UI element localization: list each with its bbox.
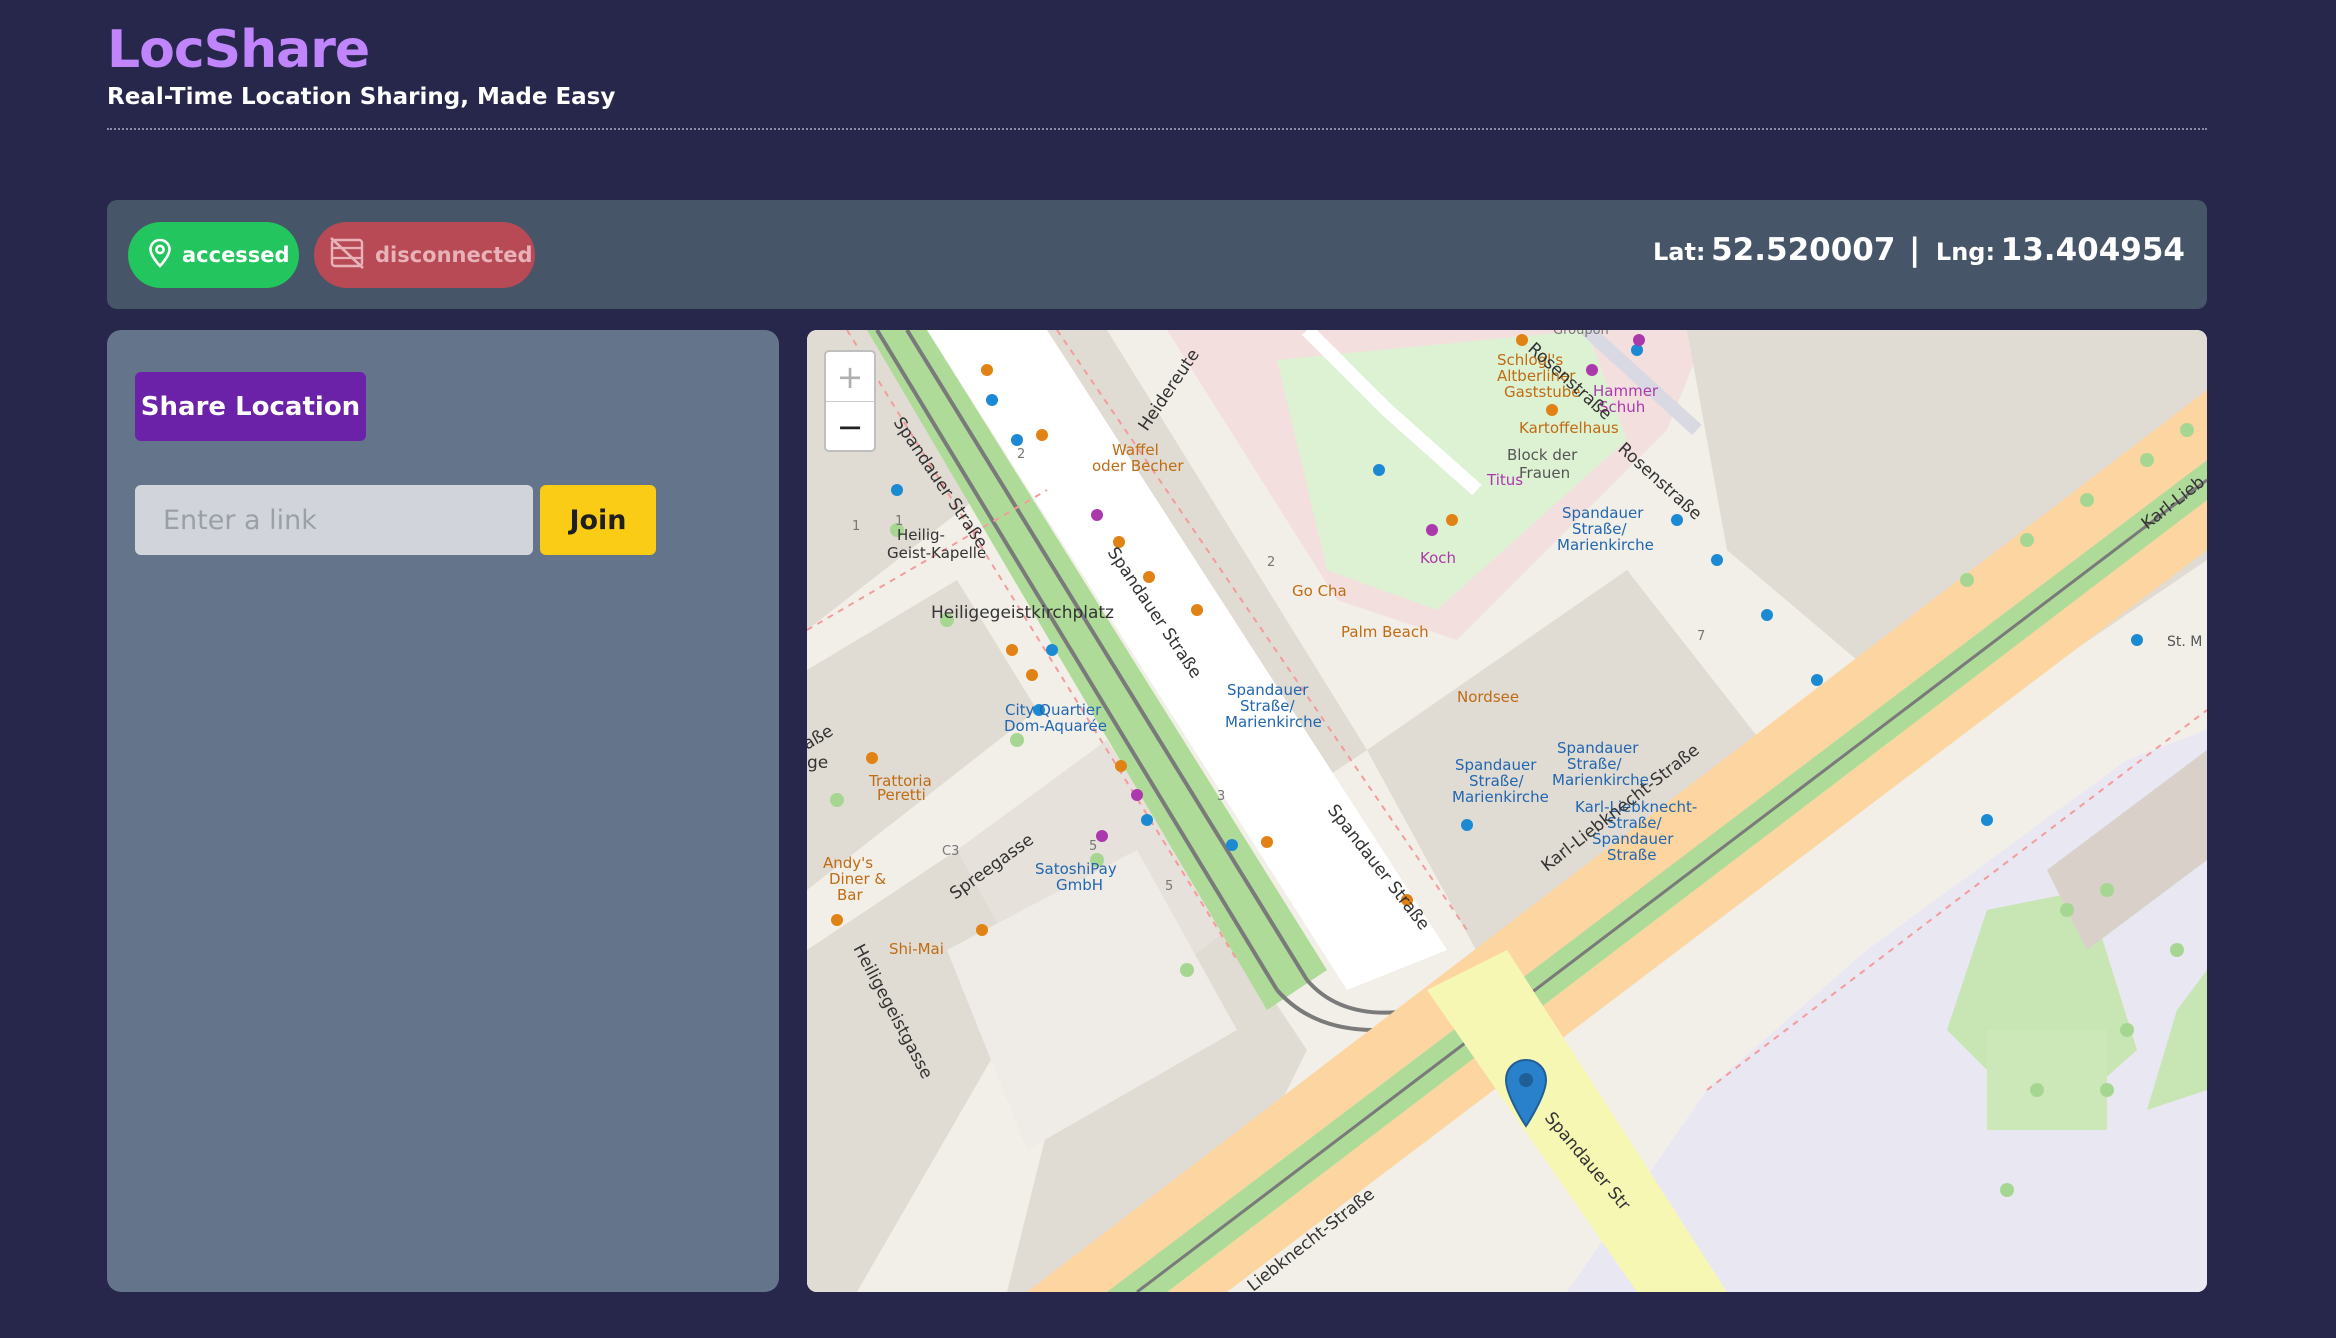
coords-separator: | <box>1909 232 1921 268</box>
map-square-label: Heiligegeistkirchplatz <box>931 603 1114 623</box>
street-label: ge <box>807 753 828 773</box>
house-number: 1 <box>852 519 860 534</box>
map-place-label: C3 <box>942 844 959 859</box>
link-off-icon <box>329 236 375 275</box>
map-stop-label: Marienkirche <box>1225 713 1322 731</box>
status-bar: accessed disconnected Lat: 52.520007 | L… <box>107 200 2207 309</box>
header: LocShare Real-Time Location Sharing, Mad… <box>107 18 2207 110</box>
house-number: 3 <box>1217 789 1225 804</box>
map-stop-label: Straße <box>1607 846 1656 864</box>
map-place-label: Koch <box>1420 549 1456 567</box>
house-number: 5 <box>1089 839 1097 854</box>
house-number: 5 <box>1165 879 1173 894</box>
map-place-label: Bar <box>837 886 863 904</box>
map-pin-icon <box>148 238 182 273</box>
map-place-label: Nordsee <box>1457 688 1519 706</box>
map-place-label: Block der <box>1507 446 1578 464</box>
map-view[interactable]: Heilig- Geist-Kapelle Heiligegeistkirchp… <box>807 330 2207 1292</box>
map-place-label: Shi-Mai <box>889 940 944 958</box>
join-button[interactable]: Join <box>540 485 656 555</box>
lng-value: 13.404954 <box>2000 232 2185 268</box>
map-place-label: Frauen <box>1519 464 1570 482</box>
zoom-control: + − <box>824 350 876 452</box>
map-place-label: Go Cha <box>1292 582 1347 600</box>
zoom-out-button[interactable]: − <box>826 402 874 451</box>
location-status-badge: accessed <box>128 222 299 288</box>
map-place-label: Dom-Aquarée <box>1004 717 1107 735</box>
street-label: Groupon <box>1553 330 1609 338</box>
app-subtitle: Real-Time Location Sharing, Made Easy <box>107 84 616 110</box>
house-number: 7 <box>1697 629 1705 644</box>
header-divider <box>107 128 2207 130</box>
map-place-label: Palm Beach <box>1341 623 1429 641</box>
connection-status-badge: disconnected <box>314 222 535 288</box>
control-panel: Share Location Join <box>107 330 779 1292</box>
house-number: 1 <box>895 514 903 529</box>
map-stop-label: Marienkirche <box>1557 536 1654 554</box>
lat-label: Lat: <box>1652 238 1706 266</box>
zoom-in-button[interactable]: + <box>826 352 874 402</box>
connection-status-label: disconnected <box>375 243 533 267</box>
map-place-label: St. M <box>2167 634 2202 650</box>
app-title: LocShare <box>107 20 370 80</box>
map-tiles[interactable]: Heilig- Geist-Kapelle Heiligegeistkirchp… <box>807 330 2207 1292</box>
house-number: 2 <box>1017 447 1025 462</box>
link-input[interactable] <box>135 485 533 555</box>
map-place-label: GmbH <box>1056 876 1103 894</box>
map-stop-label: Marienkirche <box>1452 788 1549 806</box>
map-place-label: Heilig- <box>897 526 945 544</box>
lat-value: 52.520007 <box>1711 232 1896 268</box>
map-marker-icon[interactable] <box>1504 1058 1548 1133</box>
map-place-label: Peretti <box>877 786 926 804</box>
coordinates-readout: Lat: 52.520007 | Lng: 13.404954 <box>1653 232 2185 268</box>
share-location-button[interactable]: Share Location <box>135 372 366 441</box>
map-place-label: Titus <box>1486 471 1523 489</box>
house-number: 2 <box>1267 555 1275 570</box>
map-place-label: oder Becher <box>1092 457 1184 475</box>
lng-label: Lng: <box>1935 238 1996 266</box>
location-status-label: accessed <box>182 243 290 267</box>
